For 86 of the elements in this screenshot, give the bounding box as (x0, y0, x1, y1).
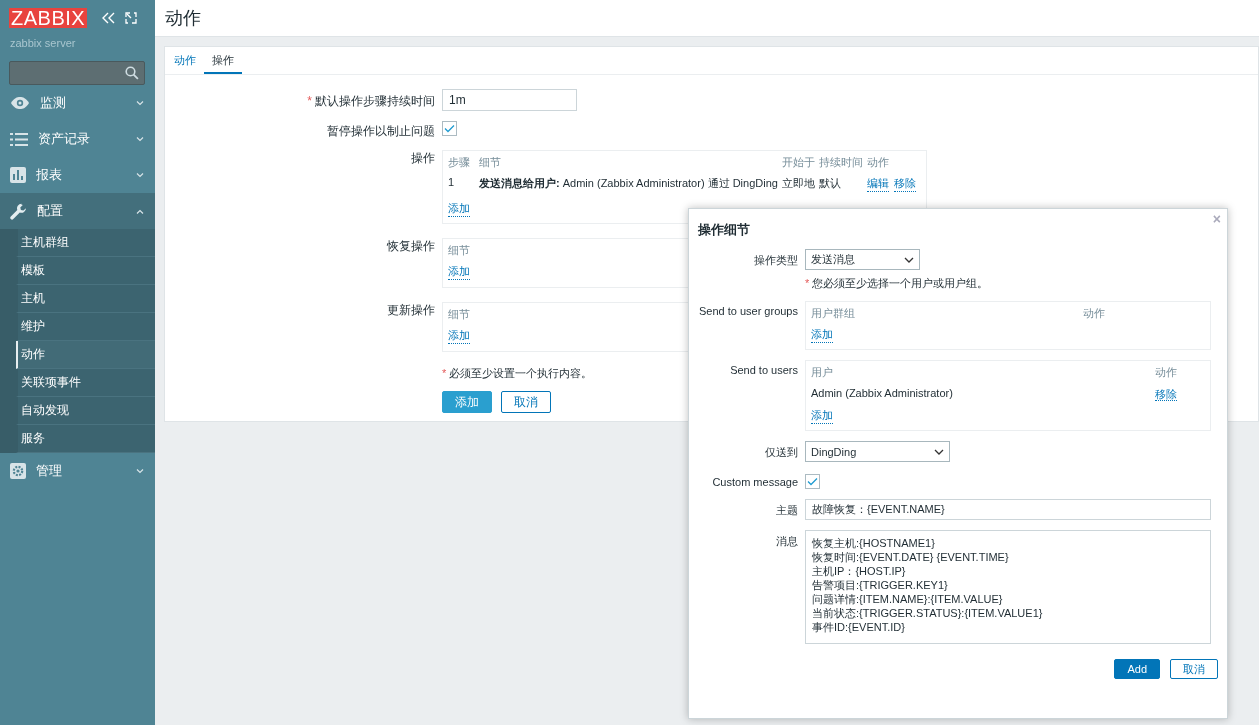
submenu-item[interactable]: 主机群组 (16, 229, 155, 257)
menu-item[interactable]: 监测 (0, 85, 155, 121)
remove-link[interactable]: 移除 (1155, 388, 1177, 401)
action-link[interactable]: 移除 (893, 176, 916, 192)
add-link[interactable]: 添加 (448, 201, 470, 217)
list-icon (10, 132, 28, 146)
column-header: 持续时间 (818, 155, 863, 170)
submenu-item[interactable]: 动作 (16, 341, 155, 369)
field-label: 操作 (411, 151, 435, 165)
eye-icon (10, 96, 30, 110)
search-field[interactable] (9, 61, 145, 85)
dialog-title: 操作细节 (698, 221, 750, 237)
menu-item[interactable]: 管理 (0, 453, 155, 489)
page-title: 动作 (165, 7, 201, 30)
required-mark: * (307, 94, 312, 108)
column-header: 用户 (811, 365, 834, 380)
media-type-select[interactable]: DingDing (805, 441, 950, 462)
field-label: 主题 (775, 503, 799, 518)
table-cell-text: 发送消息给用户: Admin (Zabbix Administrator) 通过 DingDing (479, 176, 778, 191)
message-field[interactable]: 恢复主机:{HOSTNAME1} 恢复时间:{EVENT.DATE} {EVENT.TIME} 主机IP：{HOST.IP} 告警项目:{TRIGGER.KEY1} 问题详情:{ITEM.NAME}:{ITEM.VALUE} 当前状态:{TRIGGER.STATUS}:{ITEM.VALUE1} 事件ID:{EVENT.ID} (805, 530, 1211, 644)
gear-icon (10, 463, 26, 479)
note-text: 您必须至少选择一个用户或用户组。 (812, 277, 989, 289)
field-label: Custom message (711, 475, 799, 489)
caret-icon (136, 100, 144, 106)
tab[interactable]: 操作 (204, 47, 242, 74)
collapse-icon[interactable] (102, 12, 117, 24)
dialog-button[interactable]: 取消 (1170, 659, 1218, 679)
field-label: Send to users (729, 363, 799, 378)
required-mark: * (805, 277, 810, 289)
column-header: 细节 (448, 243, 470, 258)
submenu-item[interactable]: 关联项事件 (16, 369, 155, 397)
menu-item[interactable]: 资产记录 (0, 121, 155, 157)
caret-icon (136, 172, 144, 178)
subject-field[interactable]: 故障恢复：{EVENT.NAME} (805, 499, 1211, 520)
form-button[interactable]: 添加 (442, 391, 492, 413)
tab[interactable]: 动作 (166, 47, 204, 74)
menu-item[interactable]: 配置 (0, 193, 155, 229)
column-header: 步骤 (448, 155, 471, 170)
caret-icon (934, 448, 944, 455)
checkbox[interactable] (805, 474, 820, 489)
field-label: 消息 (775, 534, 799, 549)
add-link[interactable]: 添加 (811, 327, 833, 343)
action-link[interactable]: 编辑 (866, 176, 889, 192)
submenu-item[interactable]: 自动发现 (16, 397, 155, 425)
column-header: 动作 (1155, 365, 1178, 380)
server-name: zabbix server (9, 36, 77, 51)
caret-icon (136, 468, 144, 474)
caret-icon (136, 136, 144, 142)
submenu-item[interactable]: 主机 (16, 285, 155, 313)
submenu-item[interactable]: 服务 (16, 425, 155, 453)
table-cell-text: 1 (448, 176, 456, 190)
submenu-item[interactable]: 模板 (16, 257, 155, 285)
wrench-icon (10, 202, 27, 220)
checkbox[interactable] (442, 121, 457, 136)
field-label: 暂停操作以制止问题 (327, 124, 435, 138)
add-link[interactable]: 添加 (448, 264, 470, 280)
field-label: 操作类型 (753, 253, 799, 268)
add-link[interactable]: 添加 (448, 328, 470, 344)
menu-item[interactable]: 报表 (0, 157, 155, 193)
table-cell-text: 立即地 (781, 176, 815, 191)
table-cell-text: 默认 (818, 176, 842, 191)
column-header: 细节 (448, 307, 470, 322)
column-header: 动作 (1083, 306, 1106, 321)
caret-icon (136, 208, 144, 214)
add-link[interactable]: 添加 (811, 408, 833, 424)
dialog-button[interactable]: Add (1114, 659, 1160, 679)
field-label: Send to user groups (697, 304, 799, 319)
logo: ZABBIX (9, 8, 88, 28)
search-icon (125, 66, 139, 80)
field-label: 恢复操作 (387, 239, 435, 253)
column-header: 细节 (479, 155, 502, 170)
column-header: 开始于 (781, 155, 815, 170)
operation-type-select[interactable]: 发送消息 (805, 249, 920, 270)
caret-icon (904, 256, 914, 263)
note-text: 必须至少设置一个执行内容。 (449, 367, 593, 379)
form-button[interactable]: 取消 (501, 391, 551, 413)
field-label: 默认操作步骤持续时间 (315, 94, 435, 108)
duration-field[interactable]: 1m (442, 89, 577, 111)
field-label: 仅送到 (764, 445, 799, 460)
table-cell-text: Admin (Zabbix Administrator) (811, 387, 954, 401)
required-mark: * (442, 367, 447, 379)
field-label: 更新操作 (387, 303, 435, 317)
column-header: 用户群组 (811, 306, 856, 321)
bar-chart-icon (10, 167, 26, 183)
column-header: 动作 (866, 155, 890, 170)
fullscreen-icon[interactable] (125, 12, 138, 24)
